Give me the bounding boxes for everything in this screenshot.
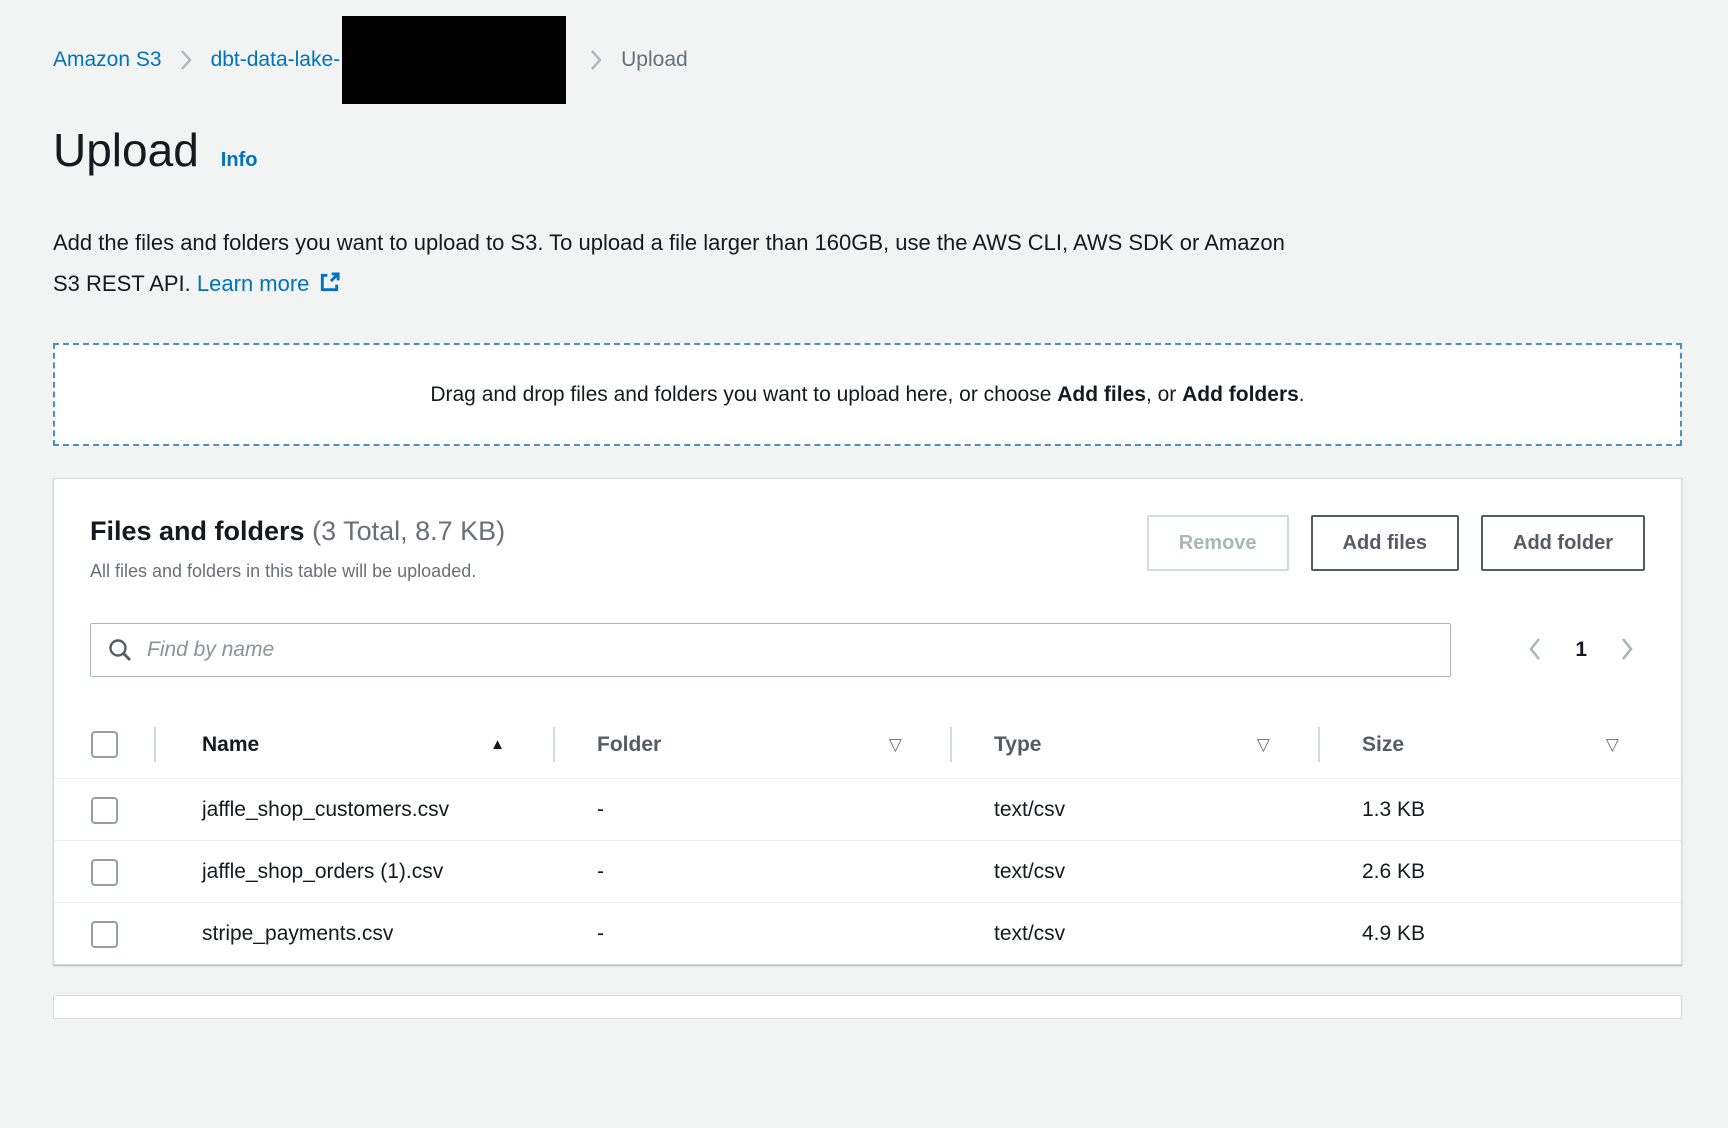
learn-more-link[interactable]: Learn more bbox=[197, 271, 310, 296]
add-folder-button[interactable]: Add folder bbox=[1481, 515, 1645, 571]
breadcrumb: Amazon S3 dbt-data-lake- Upload bbox=[53, 0, 1682, 76]
filter-icon[interactable]: ▽ bbox=[1606, 735, 1619, 755]
column-header-name[interactable]: Name ▲ bbox=[154, 711, 553, 778]
panel-header-text: Files and folders (3 Total, 8.7 KB) All … bbox=[90, 513, 505, 583]
table-row: stripe_payments.csv - text/csv 4.9 KB bbox=[54, 903, 1681, 964]
panel-actions: Remove Add files Add folder bbox=[1147, 513, 1645, 571]
current-page[interactable]: 1 bbox=[1575, 638, 1587, 662]
dropzone[interactable]: Drag and drop files and folders you want… bbox=[53, 343, 1682, 446]
row-checkbox[interactable] bbox=[91, 921, 118, 948]
file-name: jaffle_shop_orders (1).csv bbox=[202, 853, 443, 890]
column-header-folder: Folder ▽ bbox=[553, 711, 950, 778]
column-header-type: Type ▽ bbox=[950, 711, 1318, 778]
file-size: 2.6 KB bbox=[1318, 841, 1681, 902]
search-icon bbox=[107, 637, 133, 663]
files-table: Name ▲ Folder ▽ Type ▽ Size ▽ jaffl bbox=[54, 711, 1681, 964]
search-input[interactable] bbox=[90, 623, 1451, 677]
page-title: Upload Info bbox=[53, 122, 1682, 188]
add-files-button[interactable]: Add files bbox=[1311, 515, 1459, 571]
external-link-icon bbox=[318, 266, 341, 307]
file-size: 1.3 KB bbox=[1318, 779, 1681, 840]
header-checkbox-cell bbox=[54, 711, 154, 778]
row-checkbox[interactable] bbox=[91, 859, 118, 886]
select-all-checkbox[interactable] bbox=[91, 731, 118, 758]
file-folder: - bbox=[553, 841, 950, 902]
file-folder: - bbox=[553, 903, 950, 964]
previous-page-button[interactable] bbox=[1527, 636, 1543, 665]
page-description: Add the files and folders you want to up… bbox=[53, 222, 1682, 307]
redaction-box bbox=[342, 16, 566, 104]
table-row: jaffle_shop_orders (1).csv - text/csv 2.… bbox=[54, 841, 1681, 903]
chevron-right-icon bbox=[1619, 636, 1635, 665]
panel-title: Files and folders (3 Total, 8.7 KB) bbox=[90, 513, 505, 549]
s3-upload-page: Amazon S3 dbt-data-lake- Upload Upload I… bbox=[0, 0, 1728, 1019]
filter-icon[interactable]: ▽ bbox=[889, 735, 902, 755]
description-line1: Add the files and folders you want to up… bbox=[53, 230, 1285, 255]
file-folder: - bbox=[553, 779, 950, 840]
file-type: text/csv bbox=[950, 841, 1318, 902]
file-name: jaffle_shop_customers.csv bbox=[202, 791, 449, 828]
column-header-size: Size ▽ bbox=[1318, 711, 1681, 778]
chevron-left-icon bbox=[1527, 636, 1543, 665]
row-checkbox[interactable] bbox=[91, 797, 118, 824]
file-type: text/csv bbox=[950, 903, 1318, 964]
table-row: jaffle_shop_customers.csv - text/csv 1.3… bbox=[54, 779, 1681, 841]
panel-subtitle: All files and folders in this table will… bbox=[90, 559, 505, 583]
remove-button[interactable]: Remove bbox=[1147, 515, 1289, 571]
table-header-row: Name ▲ Folder ▽ Type ▽ Size ▽ bbox=[54, 711, 1681, 779]
file-size: 4.9 KB bbox=[1318, 903, 1681, 964]
next-page-button[interactable] bbox=[1619, 636, 1635, 665]
dropzone-text: Drag and drop files and folders you want… bbox=[430, 383, 1304, 407]
file-name: stripe_payments.csv bbox=[202, 915, 393, 952]
filter-icon[interactable]: ▽ bbox=[1257, 735, 1270, 755]
file-type: text/csv bbox=[950, 779, 1318, 840]
breadcrumb-current: Upload bbox=[621, 44, 688, 76]
chevron-right-icon bbox=[590, 48, 603, 72]
info-link[interactable]: Info bbox=[221, 132, 258, 188]
panel-header: Files and folders (3 Total, 8.7 KB) All … bbox=[90, 513, 1645, 583]
pagination: 1 bbox=[1527, 636, 1645, 665]
chevron-right-icon bbox=[180, 48, 193, 72]
description-line2: S3 REST API. bbox=[53, 271, 191, 296]
breadcrumb-link-bucket[interactable]: dbt-data-lake- bbox=[211, 44, 341, 76]
files-panel: Files and folders (3 Total, 8.7 KB) All … bbox=[53, 478, 1682, 965]
breadcrumb-link-amazon-s3[interactable]: Amazon S3 bbox=[53, 44, 162, 76]
next-section-edge bbox=[53, 995, 1682, 1019]
page-title-text: Upload bbox=[53, 122, 199, 178]
panel-count: (3 Total, 8.7 KB) bbox=[312, 516, 505, 546]
search-box bbox=[90, 623, 1451, 677]
sort-ascending-icon[interactable]: ▲ bbox=[490, 736, 505, 753]
table-toolbar: 1 bbox=[90, 623, 1645, 677]
